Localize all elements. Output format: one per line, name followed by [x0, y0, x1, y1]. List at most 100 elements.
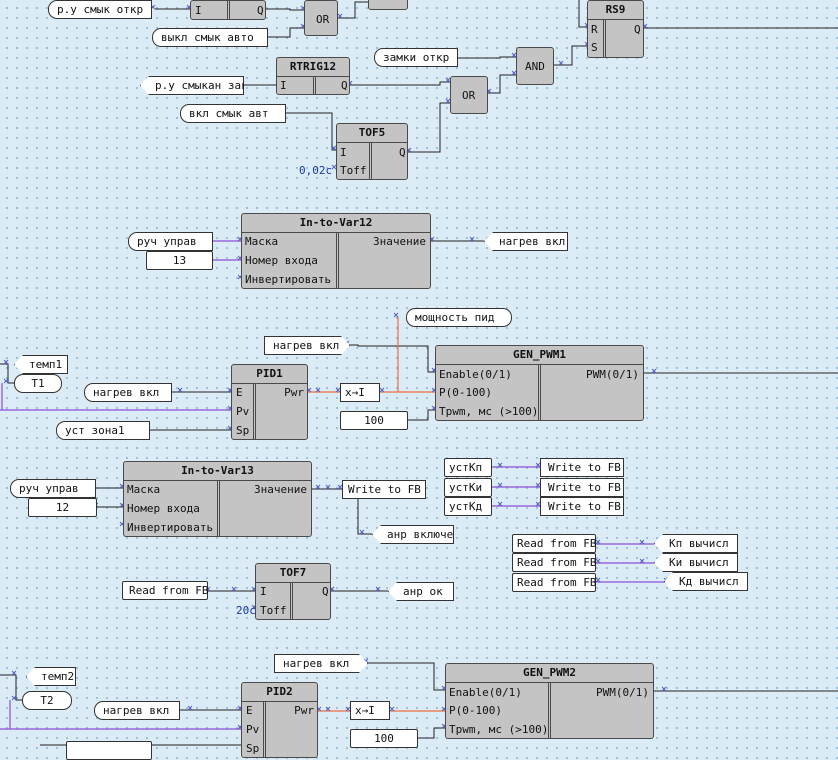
pin-e: E [236, 386, 243, 399]
label-c100-2[interactable]: 100 [350, 729, 418, 748]
pin-sp: Sp [236, 424, 250, 437]
label-read-fb-4[interactable]: Read from FB [122, 581, 208, 600]
label-read-fb-3[interactable]: Read from FB [512, 573, 596, 592]
block-or-top[interactable]: OR [304, 0, 338, 36]
label-nagrev-vkl-2[interactable]: нагрев вкл [264, 336, 350, 355]
block-tof5[interactable]: TOF5 I Toff Q [336, 123, 408, 180]
pin-q: Q [634, 23, 641, 36]
block-title: GEN_PWM1 [436, 346, 643, 365]
block-divider [538, 364, 541, 420]
pin-enable: Enable(0/1) [439, 368, 512, 381]
block-pid1[interactable]: PID1 E Pv Sp Pwr [231, 364, 308, 440]
block-title: OR [462, 89, 476, 102]
pin-pwr: Pwr [294, 704, 314, 717]
label-ki-vychisl[interactable]: Ки вычисл [654, 553, 738, 572]
label-temp2[interactable]: темп2 [26, 667, 76, 686]
pin-input-number: Номер входа [127, 502, 200, 515]
pin-sp: Sp [246, 742, 260, 755]
block-in-to-var12[interactable]: In-to-Var12 Маска Номер входа Инвертиров… [241, 213, 431, 289]
label-c100-1[interactable]: 100 [340, 411, 408, 430]
block-or-mid[interactable]: OR [450, 76, 488, 114]
label-read-fb-2[interactable]: Read from FB [512, 553, 596, 572]
pin-p: P(0-100) [449, 704, 502, 717]
block-title: TOF7 [256, 564, 330, 583]
pin-pv: Pv [236, 405, 250, 418]
label-zamki-otkr[interactable]: замки откр [374, 48, 458, 67]
label-nagrev-vkl-5[interactable]: нагрев вкл [94, 701, 180, 720]
block-partial-top[interactable] [368, 0, 408, 10]
pin-toff: Toff [260, 604, 287, 617]
pin-input-number: Номер входа [245, 254, 318, 267]
label-ru-smyk-otkr[interactable]: р.у смык откр [48, 0, 152, 19]
label-write-fb-1[interactable]: Write to FB [342, 480, 426, 499]
label-ruch-uprav-2[interactable]: руч управ [10, 479, 96, 498]
block-rtrig12[interactable]: RTRIG12 I Q [276, 57, 350, 95]
label-vykl-smyk-avto[interactable]: выкл смык авто [152, 28, 268, 47]
pin-mask: Маска [127, 483, 161, 496]
label-ust-zona1[interactable]: уст зона1 [56, 421, 150, 440]
block-title: AND [525, 60, 545, 73]
label-nagrev-vkl-3[interactable]: нагрев вкл [84, 383, 172, 402]
block-title: PID1 [232, 365, 307, 384]
pin-toff: Toff [340, 164, 367, 177]
block-divider [263, 701, 266, 757]
label-t2[interactable]: T2 [22, 691, 72, 710]
pin-pwr: Pwr [284, 386, 304, 399]
pin-tpwm: Tpwm, мс (>100) [449, 723, 549, 736]
label-write-fb-2[interactable]: Write to FB [540, 458, 624, 477]
label-temp1[interactable]: темп1 [14, 355, 68, 374]
block-gen-pwm1[interactable]: GEN_PWM1 Enable(0/1) P(0-100) Tpwm, мс (… [435, 345, 644, 421]
pin-q: Q [322, 585, 329, 598]
block-divider [290, 582, 293, 619]
block-divider [217, 480, 220, 536]
label-write-fb-3[interactable]: Write to FB [540, 478, 624, 497]
pin-pwm: PWM(0/1) [596, 686, 649, 699]
wire-layer [0, 0, 838, 746]
label-anr-vklyuchen[interactable]: анр включен [372, 525, 454, 544]
label-ust-kp[interactable]: устКп [444, 458, 492, 477]
label-num-13[interactable]: 13 [146, 251, 213, 270]
label-partial-bottom[interactable] [66, 741, 152, 760]
label-moshnost-pid[interactable]: мощность пид [406, 308, 512, 327]
label-ruch-uprav-1[interactable]: руч управ [128, 232, 213, 251]
label-kd-vychisl[interactable]: Кд вычисл [664, 572, 748, 591]
label-nagrev-vkl-4[interactable]: нагрев вкл [274, 654, 368, 673]
label-kp-vychisl[interactable]: Кп вычисл [654, 534, 738, 553]
pin-p: P(0-100) [439, 386, 492, 399]
label-ust-kd[interactable]: устКд [444, 497, 492, 516]
pin-invert: Инвертировать [245, 273, 332, 286]
block-divider [548, 682, 551, 738]
block-top-i-q[interactable]: I Q [190, 0, 266, 20]
block-title: PID2 [242, 683, 317, 702]
label-xi-2[interactable]: x→I [350, 701, 390, 720]
pin-pv: Pv [246, 723, 260, 736]
block-in-to-var13[interactable]: In-to-Var13 Маска Номер входа Инвертиров… [123, 461, 312, 537]
label-t1[interactable]: T1 [14, 374, 62, 393]
block-and[interactable]: AND [516, 47, 554, 85]
block-divider [313, 76, 316, 94]
block-pid2[interactable]: PID2 E Pv Sp Pwr [241, 682, 318, 758]
block-tof7[interactable]: TOF7 I Toff Q [255, 563, 331, 620]
label-anr-ok[interactable]: анр ок [388, 582, 454, 601]
tof5-const: 0,02c [299, 164, 333, 177]
label-vkl-smyk-avt[interactable]: вкл смык авт [180, 104, 286, 123]
label-xi-1[interactable]: x→I [340, 383, 380, 402]
pin-s: S [591, 41, 598, 54]
block-rs9[interactable]: RS9 R S Q [587, 0, 644, 58]
label-nagrev-vkl-out[interactable]: нагрев вкл [484, 232, 568, 251]
label-write-fb-4[interactable]: Write to FB [540, 497, 624, 516]
pin-enable: Enable(0/1) [449, 686, 522, 699]
pin-value: Значение [373, 235, 426, 248]
label-read-fb-1[interactable]: Read from FB [512, 534, 596, 553]
label-ust-ki[interactable]: устКи [444, 478, 492, 497]
label-ru-smykan-zakr[interactable]: р.у смыкан закр [140, 76, 244, 95]
block-title: RS9 [588, 1, 643, 20]
pin-i: I [260, 585, 267, 598]
pin-pwm: PWM(0/1) [586, 368, 639, 381]
block-divider [369, 142, 372, 179]
block-divider [603, 19, 606, 57]
pin-i: I [280, 79, 287, 92]
block-divider [336, 232, 339, 288]
block-gen-pwm2[interactable]: GEN_PWM2 Enable(0/1) P(0-100) Tpwm, мс (… [445, 663, 654, 739]
label-num-12[interactable]: 12 [28, 498, 97, 517]
